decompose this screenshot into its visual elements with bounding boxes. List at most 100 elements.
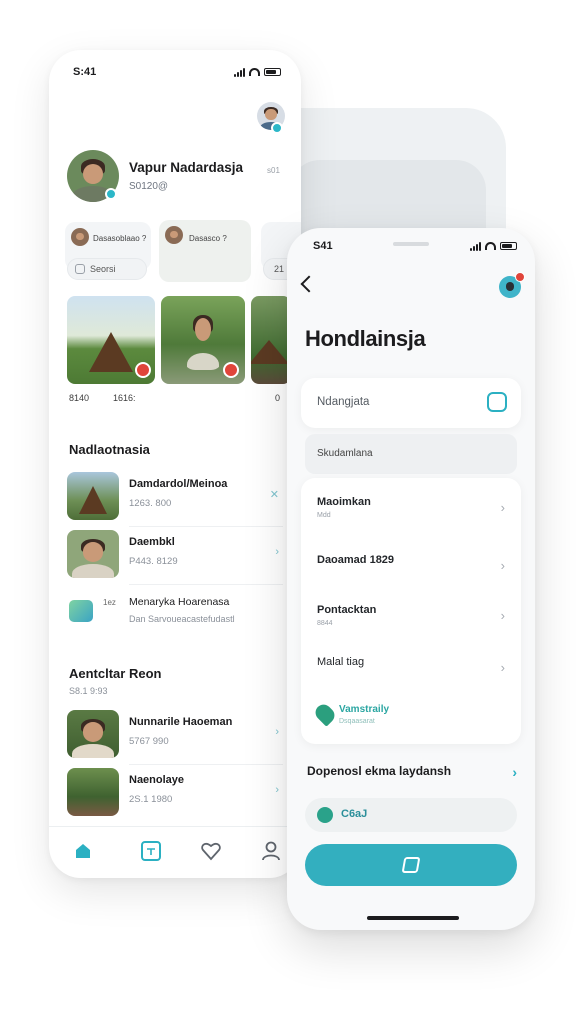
calendar-icon (141, 841, 161, 861)
search-pill[interactable]: Seorsi (67, 258, 147, 280)
code-text: C6aJ (341, 808, 368, 820)
search-field-label: Ndangjata (317, 396, 370, 408)
chevron-right-icon[interactable]: › (275, 726, 279, 738)
wifi-icon (485, 242, 496, 250)
back-chevron-icon[interactable] (300, 275, 318, 293)
location-pin-icon (312, 701, 338, 727)
profile-subtitle: S0120@ (129, 181, 169, 192)
item-subtitle: Mdd (317, 512, 331, 519)
close-icon[interactable]: ✕ (270, 488, 279, 501)
photo-meta: 1616: (113, 393, 136, 403)
photo-person[interactable] (161, 296, 245, 384)
tab-favorites[interactable] (199, 839, 223, 863)
chevron-right-icon[interactable]: › (275, 546, 279, 558)
chevron-right-icon[interactable]: › (275, 784, 279, 796)
code-icon (317, 807, 333, 823)
edit-icon[interactable] (487, 392, 507, 412)
row-subtitle: 5767 990 (129, 736, 169, 747)
section-title: Dopenosl ekma laydansh (307, 764, 452, 778)
header-avatar-badge (271, 122, 283, 134)
thumb-person (67, 710, 119, 758)
photo-tent[interactable] (67, 296, 155, 384)
app-icon (69, 600, 93, 622)
row-subtitle: Dan Sarvoueacastefudastl (129, 614, 235, 624)
profile-name: Vapur Nadardasja (129, 160, 244, 175)
pill-label: 21 (274, 264, 285, 274)
tab-profile[interactable] (259, 839, 283, 863)
item-title: Daoamad 1829 (317, 554, 395, 566)
row-title: Daembkl (129, 536, 175, 548)
page-title: Hondlainsja (305, 326, 426, 351)
settings-list: Maoimkan Mdd › Daoamad 1829 › Pontacktan… (301, 478, 521, 744)
photo-meta: 8140 (69, 393, 90, 403)
status-time: S41 (313, 240, 333, 252)
chevron-right-icon: › (512, 764, 517, 780)
primary-button[interactable] (305, 844, 517, 886)
tab-calendar[interactable] (139, 839, 163, 863)
row-title: Nunnarile Haoeman (129, 716, 233, 728)
segment-label: Skudamlana (317, 448, 373, 459)
story-chip[interactable]: Dasasco ? (159, 220, 251, 282)
map-icon (401, 857, 421, 873)
search-field[interactable]: Ndangjata (301, 378, 521, 428)
list-item[interactable]: Maoimkan Mdd › (317, 496, 509, 536)
item-subtitle: 8844 (317, 620, 333, 627)
chevron-right-icon: › (500, 500, 505, 515)
tab-home[interactable] (71, 839, 95, 863)
chip-label: Dasasco ? (189, 234, 227, 243)
status-bar: S:41 (73, 64, 281, 80)
verified-title: Vamstraily (339, 704, 390, 715)
row-title: Menaryka Hoarenasa (129, 596, 230, 608)
list-item[interactable]: Pontacktan 8844 › (317, 604, 509, 644)
list-item[interactable]: 1ez Menaryka Hoarenasa Dan Sarvoueacaste… (67, 592, 283, 634)
user-icon (262, 841, 280, 861)
tab-bar (49, 826, 301, 878)
segment-control[interactable]: Skudamlana (305, 434, 517, 474)
section-title: Aentcltar Reon (69, 666, 162, 681)
divider (129, 584, 283, 585)
battery-icon (264, 68, 281, 76)
heart-icon (201, 843, 221, 861)
thumb-person (67, 530, 119, 578)
status-icons (234, 67, 281, 77)
row-title: Damdardol/Meinoa (129, 478, 228, 490)
list-item[interactable]: Damdardol/Meinoa 1263. 800 ✕ (67, 472, 283, 522)
profile-extra: s01 (267, 166, 280, 175)
chevron-right-icon: › (500, 660, 505, 675)
row-subtitle: 2S.1 1980 (129, 794, 173, 805)
item-title: Maoimkan (317, 496, 371, 508)
row-title: Naenolaye (129, 774, 185, 786)
phone-left: S:41 Vapur Nadardasja S0120@ s01 Dasasob… (49, 50, 301, 878)
search-icon (75, 264, 85, 274)
list-item[interactable]: Nunnarile Haoeman 5767 990 › (67, 710, 283, 760)
wifi-icon (249, 68, 260, 76)
list-item[interactable]: Naenolaye 2S.1 1980 › (67, 768, 283, 818)
list-item[interactable]: Daoamad 1829 › (317, 554, 509, 594)
item-title: Malal tiag (317, 656, 365, 668)
home-icon (76, 844, 90, 858)
list-item[interactable]: Malal tiag › (317, 656, 509, 696)
status-icons (470, 240, 517, 252)
divider (129, 526, 283, 527)
photo-meta: 0 (275, 393, 281, 403)
chip-label: Dasasoblaao ? (93, 234, 147, 243)
status-time: S:41 (73, 66, 97, 78)
item-title: Pontacktan (317, 604, 377, 616)
row-subtitle: P443. 8129 (129, 556, 178, 567)
row-subtitle: 1263. 800 (129, 498, 172, 509)
photo-hut[interactable] (251, 296, 291, 384)
section-row[interactable]: Dopenosl ekma laydansh › (307, 764, 517, 780)
code-pill[interactable]: C6aJ (305, 798, 517, 832)
like-badge-icon (135, 362, 151, 378)
section-subtitle: S8.1 9:93 (69, 686, 108, 696)
home-indicator (367, 916, 459, 920)
pill-label: Seorsi (90, 264, 116, 274)
thumb-pavilion (67, 768, 119, 816)
notification-badge (515, 272, 525, 282)
list-item[interactable]: Daembkl P443. 8129 › (67, 530, 283, 580)
section-title: Nadlaotnasia (69, 442, 150, 457)
signal-icon (234, 67, 245, 77)
chevron-right-icon: › (500, 608, 505, 623)
battery-icon (500, 242, 517, 250)
chip-avatar (165, 226, 183, 244)
